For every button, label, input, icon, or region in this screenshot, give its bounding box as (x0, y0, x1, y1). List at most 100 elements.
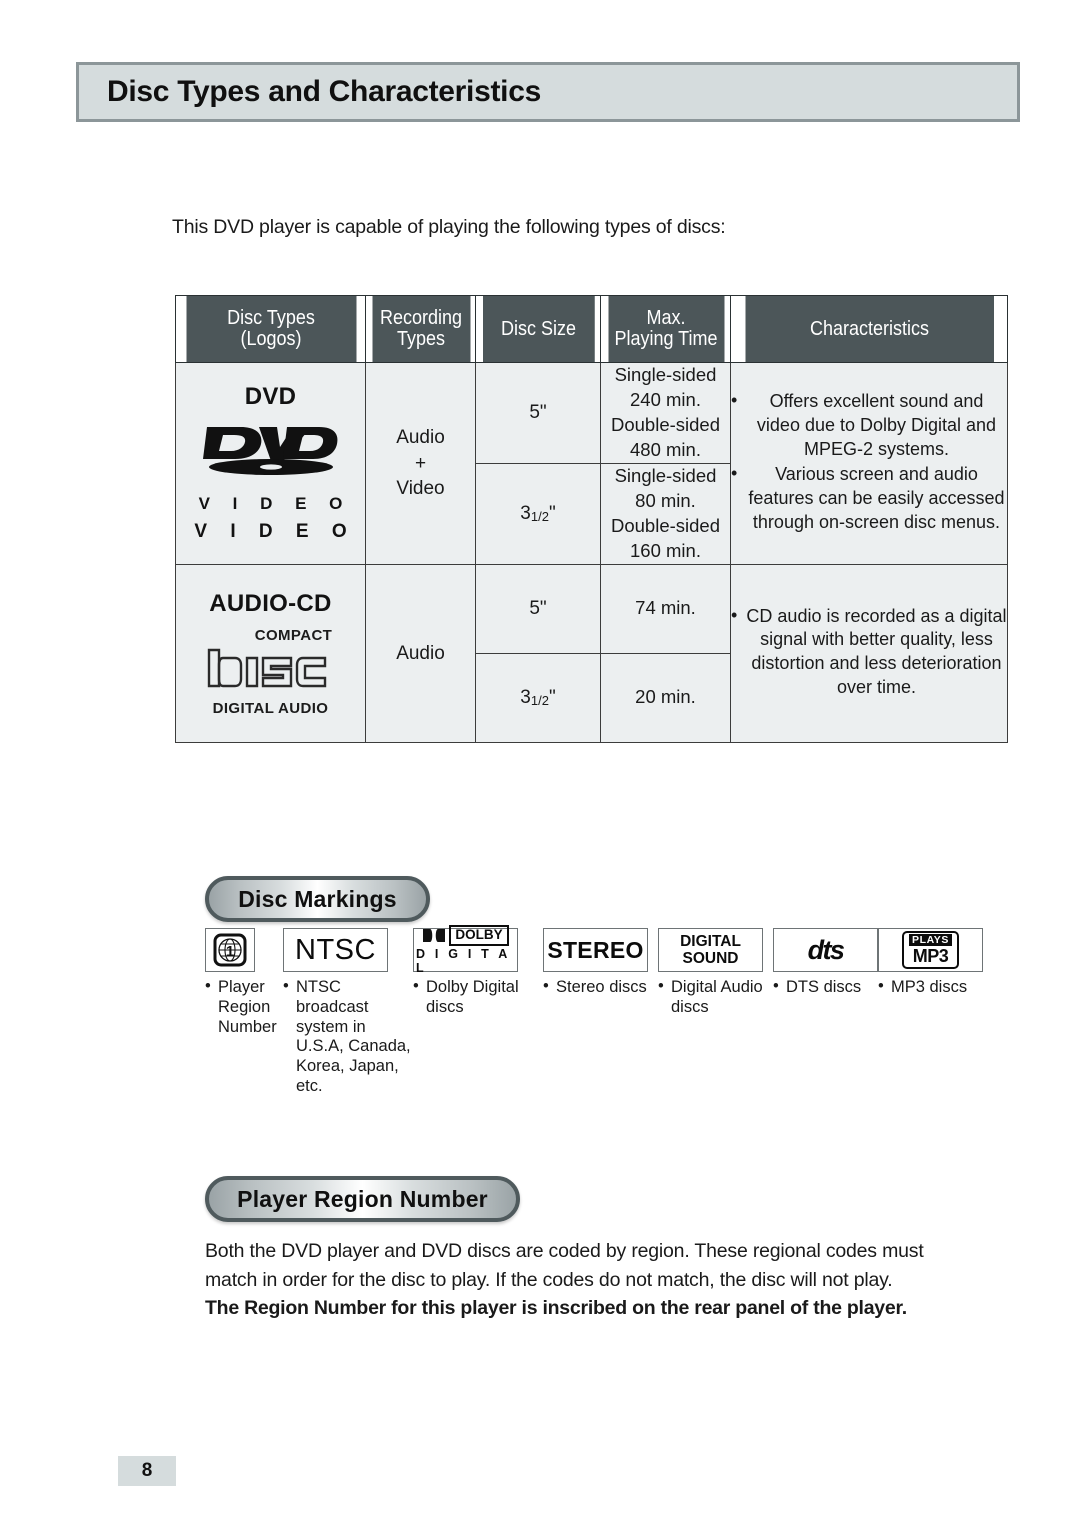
column-header-disc-size: Disc Size (481, 295, 595, 363)
page-number: 8 (118, 1456, 176, 1486)
disc-size-value: 5 (529, 597, 540, 619)
section-heading-player-region-number: Player Region Number (205, 1176, 520, 1222)
page-header-banner: Disc Types and Characteristics (76, 62, 1020, 122)
disc-types-table: Disc Types (Logos) Recording Types Disc … (175, 295, 1008, 743)
cell-playing-time-cd-3half: 20 min. (600, 652, 731, 743)
cell-disc-size-cd-5: 5" (475, 563, 601, 654)
playing-time-line: 80 min. (635, 489, 696, 511)
digital-sound-label-2: SOUND (682, 950, 739, 967)
compact-disc-logo (205, 644, 337, 697)
mp3-label: MP3 (912, 946, 949, 967)
cell-disc-size-dvd-5: 5" (475, 362, 601, 464)
marking-stereo: STEREO Stereo discs (543, 928, 658, 998)
disc-size-unit: " (548, 686, 556, 708)
section-heading-label: Player Region Number (237, 1185, 488, 1212)
disc-type-name: DVD (244, 383, 297, 411)
dts-label: dts (807, 934, 845, 965)
cell-disc-type-dvd: DVD V I D E O V I D E O (175, 362, 366, 565)
playing-time-line: Double-sided (610, 514, 720, 536)
playing-time-line: 240 min. (630, 389, 701, 411)
header-line-1: Max. (645, 307, 686, 329)
region-paragraph-bold: The Region Number for this player is ins… (205, 1297, 907, 1320)
digital-sound-icon: DIGITAL SOUND (658, 928, 763, 972)
ntsc-label: NTSC (295, 933, 376, 966)
cell-disc-size-cd-3half: 31/2" (475, 652, 601, 743)
header-line-1: Characteristics (809, 317, 929, 340)
disc-size-value: 3 (520, 502, 531, 524)
table-header-row: Disc Types (Logos) Recording Types Disc … (176, 295, 1008, 363)
header-line-2: Playing Time (613, 328, 718, 350)
disc-size-unit: " (539, 402, 547, 423)
characteristics-list: Offers excellent sound and video due to … (731, 389, 1007, 536)
region-number-body: Both the DVD player and DVD discs are co… (205, 1238, 945, 1324)
dts-icon: dts (773, 928, 878, 972)
cd-logo-compact-text: COMPACT (254, 626, 333, 644)
marking-caption: Dolby Digital discs (413, 977, 543, 1018)
cell-characteristics-audio-cd: CD audio is recorded as a digital signal… (730, 563, 1008, 743)
ntsc-icon: NTSC (283, 928, 388, 972)
cell-disc-type-audio-cd: AUDIO-CD COMPACT DIGITAL AUDIO (175, 563, 366, 743)
intro-paragraph: This DVD player is capable of playing th… (172, 216, 726, 238)
region-paragraph-line-2: match in order for the disc to play. If … (205, 1268, 893, 1291)
column-header-max-playing-time: Max. Playing Time (606, 295, 725, 363)
region-globe-icon-svg: 1 (213, 933, 247, 967)
column-header-characteristics: Characteristics (743, 295, 995, 363)
disc-size-fraction: 1/2 (530, 692, 549, 708)
section-heading-label: Disc Markings (238, 885, 397, 912)
disc-size-unit: " (539, 597, 547, 619)
header-line-2: (Logos) (239, 328, 302, 350)
characteristic-item: Various screen and audio features can be… (731, 462, 1007, 535)
marking-caption: MP3 discs (878, 977, 967, 998)
disc-type-name: AUDIO-CD (209, 589, 332, 617)
marking-caption: DTS discs (773, 977, 861, 998)
cell-playing-time-dvd-5: Single-sided 240 min. Double-sided 480 m… (600, 362, 731, 464)
dolby-digital-label: D I G I T A L (416, 946, 510, 975)
header-line-2: Types (396, 328, 445, 350)
region-paragraph-line-1: Both the DVD player and DVD discs are co… (205, 1240, 924, 1262)
cell-recording-type-audio-cd: Audio (365, 563, 476, 743)
dvd-logo-video-text-1: V I D E O (198, 494, 352, 514)
cd-logo-svg (207, 648, 326, 688)
plays-mp3-icon: PLAYS MP3 (878, 928, 983, 972)
playing-time-line: Double-sided (610, 414, 720, 435)
dolby-digital-icon: DOLBY D I G I T A L (413, 925, 518, 975)
marking-caption: Stereo discs (543, 977, 647, 998)
characteristic-item: CD audio is recorded as a digital signal… (731, 604, 1007, 701)
dolby-label: DOLBY (449, 925, 509, 946)
dvd-logo-svg (202, 427, 337, 476)
table-row: DVD V I D E O V I D E O Audio + Video 5"… (175, 362, 1008, 565)
disc-markings-row: 1 Player Region Number NTSC NTSC broadca… (205, 925, 1005, 1097)
marking-player-region: 1 Player Region Number (205, 928, 283, 1037)
cell-recording-type-dvd: Audio + Video (365, 362, 476, 565)
characteristic-item: Offers excellent sound and video due to … (731, 389, 1007, 462)
column-header-disc-types: Disc Types (Logos) (184, 295, 357, 363)
playing-time-line: 160 min. (630, 539, 701, 561)
digital-sound-label-1: DIGITAL (680, 932, 741, 950)
disc-size-value: 3 (520, 686, 531, 708)
header-line-1: Disc Types (226, 307, 315, 329)
cell-characteristics-dvd: Offers excellent sound and video due to … (730, 362, 1008, 565)
cell-disc-size-dvd-3half: 31/2" (475, 463, 601, 565)
marking-caption: Digital Audio discs (658, 977, 773, 1018)
column-header-recording-types: Recording Types (370, 295, 471, 363)
playing-time-line: 480 min. (630, 438, 701, 460)
marking-dolby-digital: DOLBY D I G I T A L Dolby Digital discs (413, 925, 543, 1018)
marking-caption: NTSC broadcast system in U.S.A, Canada, … (283, 977, 413, 1097)
playing-time-line: Single-sided (614, 364, 717, 386)
disc-size-fraction: 1/2 (530, 508, 549, 524)
cd-logo-digital-audio-text: DIGITAL AUDIO (212, 699, 329, 717)
characteristics-list: CD audio is recorded as a digital signal… (731, 604, 1007, 701)
marking-ntsc: NTSC NTSC broadcast system in U.S.A, Can… (283, 928, 413, 1097)
playing-time-line: Single-sided (614, 465, 717, 486)
header-line-1: Disc Size (500, 317, 576, 340)
marking-mp3: PLAYS MP3 MP3 discs (878, 928, 988, 998)
recording-type-line-1: Audio (396, 426, 445, 448)
region-number-digit: 1 (226, 943, 234, 960)
dvd-logo-video-text-2: V I D E O (194, 521, 356, 543)
recording-type-line-2: + (414, 452, 427, 474)
stereo-label: STEREO (547, 936, 644, 963)
dvd-video-logo (201, 421, 341, 488)
marking-dts: dts DTS discs (773, 928, 878, 998)
disc-size-unit: " (548, 502, 556, 524)
header-line-1: Recording (379, 307, 462, 329)
